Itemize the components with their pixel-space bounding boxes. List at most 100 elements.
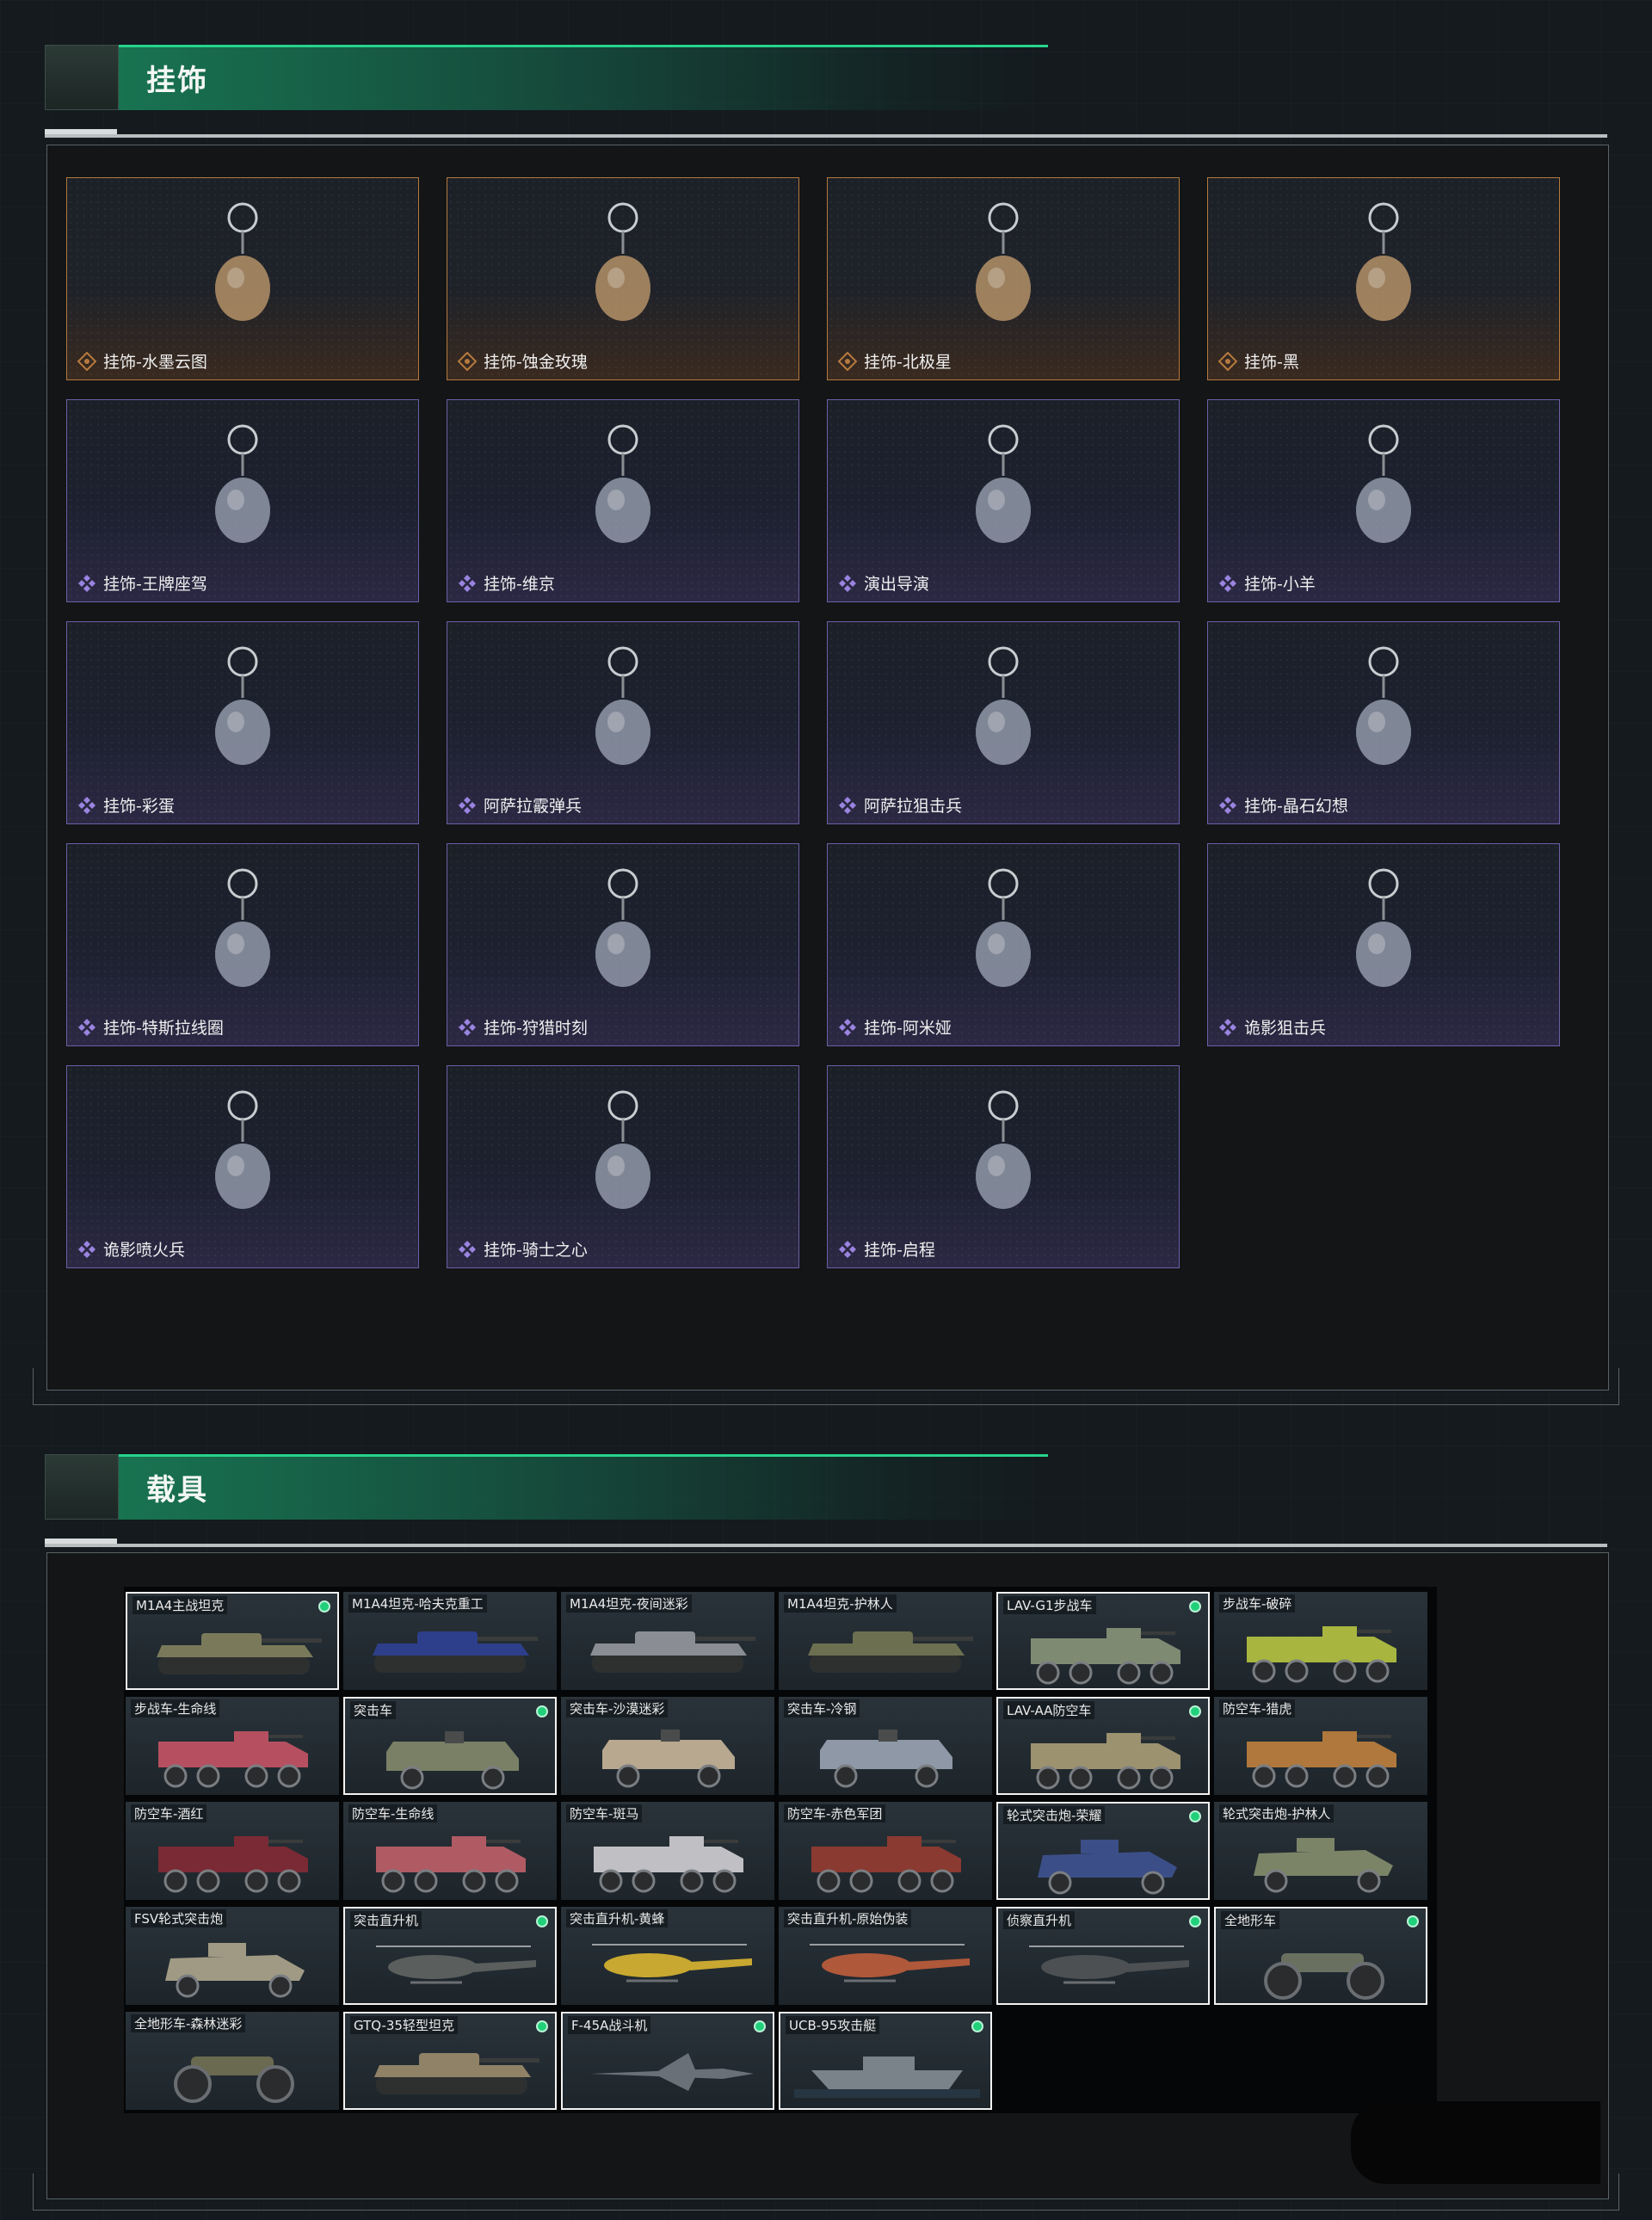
vehicle-label: 全地形车-森林迷彩	[131, 2014, 246, 2032]
vehicle-label: M1A4坦克-护林人	[784, 1594, 897, 1613]
accessory-label: 阿萨拉狙击兵	[864, 797, 963, 816]
vehicle-card[interactable]: 侦察直升机	[996, 1907, 1210, 2005]
heli-vehicle-icon	[1029, 1946, 1189, 1984]
rarity-gold-icon	[458, 352, 477, 371]
accessory-card[interactable]: 挂饰-北极星	[827, 177, 1180, 380]
rarity-purple-icon	[78, 1241, 96, 1258]
vehicle-card[interactable]: 步战车-生命线	[126, 1697, 339, 1795]
vehicle-card[interactable]: 突击车	[343, 1697, 557, 1795]
rarity-purple-icon	[839, 797, 856, 814]
accessory-card[interactable]: 挂饰-黑	[1207, 177, 1560, 380]
vehicle-card[interactable]: M1A4坦克-哈夫克重工	[343, 1592, 557, 1690]
vehicle-card[interactable]: 突击直升机	[343, 1907, 557, 2005]
vehicle-label: M1A4主战坦克	[133, 1596, 228, 1614]
accessory-card[interactable]: 挂饰-蚀金玫瑰	[447, 177, 799, 380]
heli-vehicle-icon	[810, 1944, 970, 1983]
accessory-card[interactable]: 挂饰-阿米娅	[827, 843, 1180, 1046]
accessory-label: 挂饰-特斯拉线圈	[103, 1019, 224, 1038]
boat-vehicle-icon	[794, 2057, 980, 2098]
atv-vehicle-icon	[1264, 1953, 1384, 2000]
vehicle-card[interactable]: GTQ-35轻型坦克	[343, 2012, 557, 2110]
accessory-label: 挂饰-骑士之心	[484, 1241, 588, 1260]
accessory-card[interactable]: 挂饰-维京	[447, 399, 799, 602]
accessory-card[interactable]: 阿萨拉狙击兵	[827, 621, 1180, 824]
vehicle-card[interactable]: 突击车-冷钢	[779, 1697, 992, 1795]
vehicle-card[interactable]: 轮式突击炮-荣耀	[996, 1802, 1210, 1900]
vehicle-label: LAV-AA防空车	[1003, 1701, 1095, 1719]
truck-vehicle-icon	[602, 1730, 735, 1788]
vehicle-card[interactable]: LAV-G1步战车	[996, 1592, 1210, 1690]
vehicle-card[interactable]: 防空车-斑马	[561, 1802, 774, 1900]
vehicles-grid: M1A4主战坦克 M1A4坦克-哈夫克重工 M1A4坦克-夜间迷彩 M1A4坦克-护林…	[124, 1587, 1437, 2113]
vehicle-card[interactable]: 全地形车-森林迷彩	[126, 2012, 339, 2110]
owned-indicator-icon	[536, 1705, 548, 1717]
accessory-label: 演出导演	[864, 575, 930, 594]
vehicle-card[interactable]: 突击直升机-原始伪装	[779, 1907, 992, 2005]
rarity-purple-icon	[839, 575, 856, 592]
jet-vehicle-icon	[590, 2053, 754, 2091]
vehicle-card[interactable]: 轮式突击炮-护林人	[1214, 1802, 1427, 1900]
vehicle-card[interactable]: FSV轮式突击炮	[126, 1907, 339, 2005]
vehicle-label: LAV-G1步战车	[1003, 1596, 1096, 1614]
accessory-card[interactable]: 挂饰-王牌座驾	[66, 399, 419, 602]
vehicle-card[interactable]: M1A4坦克-护林人	[779, 1592, 992, 1690]
rarity-purple-icon	[839, 1241, 856, 1258]
vehicle-card[interactable]: 步战车-破碎	[1214, 1592, 1427, 1690]
owned-indicator-icon	[318, 1600, 330, 1613]
tag-charm-icon	[1356, 202, 1411, 321]
accessory-card[interactable]: 挂饰-骑士之心	[447, 1065, 799, 1268]
vehicle-card[interactable]: 突击车-沙漠迷彩	[561, 1697, 774, 1795]
accessory-card[interactable]: 挂饰-彩蛋	[66, 621, 419, 824]
ghost-sniper-charm-icon	[1356, 868, 1411, 987]
accessory-label: 挂饰-水墨云图	[103, 353, 207, 372]
vehicle-card[interactable]: 防空车-赤色军团	[779, 1802, 992, 1900]
owned-indicator-icon	[1189, 1915, 1201, 1927]
accessory-card[interactable]: 演出导演	[827, 399, 1180, 602]
accessory-card[interactable]: 挂饰-狩猎时刻	[447, 843, 799, 1046]
tank-vehicle-icon	[374, 2053, 539, 2094]
owned-indicator-icon	[1189, 1600, 1201, 1613]
rarity-purple-icon	[78, 1019, 96, 1036]
vehicle-card[interactable]: LAV-AA防空车	[996, 1697, 1210, 1795]
rarity-gold-icon	[77, 352, 96, 371]
vehicle-label: GTQ-35轻型坦克	[350, 2016, 458, 2034]
accessory-label: 挂饰-王牌座驾	[103, 575, 207, 594]
vehicle-card[interactable]: 突击直升机-黄蜂	[561, 1907, 774, 2005]
heli-vehicle-icon	[592, 1944, 752, 1983]
header-divider	[45, 1544, 1607, 1547]
crystal-charm-icon	[1356, 646, 1411, 765]
apc-vehicle-icon	[158, 1836, 308, 1893]
vehicle-card[interactable]: 防空车-猎虎	[1214, 1697, 1427, 1795]
apc-vehicle-icon	[594, 1836, 743, 1893]
vehicle-label: 防空车-酒红	[131, 1804, 207, 1822]
orb-charm-icon	[215, 202, 270, 321]
vehicle-label: M1A4坦克-哈夫克重工	[348, 1594, 487, 1613]
vehicle-card[interactable]: M1A4坦克-夜间迷彩	[561, 1592, 774, 1690]
accessory-card[interactable]: 阿萨拉霰弹兵	[447, 621, 799, 824]
accessory-card[interactable]: 诡影喷火兵	[66, 1065, 419, 1268]
rarity-purple-icon	[1219, 575, 1236, 592]
vehicle-card[interactable]: 全地形车	[1214, 1907, 1427, 2005]
accessories-panel: 挂饰-水墨云图 挂饰-蚀金玫瑰 挂饰-北极星 挂饰-黑挂饰-王牌座驾 挂饰-维京 演出导演…	[46, 145, 1609, 1391]
vehicle-label: F-45A战斗机	[568, 2016, 651, 2034]
accessory-card[interactable]: 挂饰-特斯拉线圈	[66, 843, 419, 1046]
accessory-label: 阿萨拉霰弹兵	[484, 797, 583, 816]
accessory-card[interactable]: 挂饰-启程	[827, 1065, 1180, 1268]
flamer-charm-icon	[215, 1090, 270, 1209]
sheep-charm-icon	[1356, 424, 1411, 543]
vehicle-card[interactable]: F-45A战斗机	[561, 2012, 774, 2110]
vehicle-card[interactable]: 防空车-生命线	[343, 1802, 557, 1900]
vehicle-card[interactable]: UCB-95攻击艇	[779, 2012, 992, 2110]
medal-charm-icon	[976, 1090, 1031, 1209]
accessory-card[interactable]: 挂饰-水墨云图	[66, 177, 419, 380]
vehicle-card[interactable]: 防空车-酒红	[126, 1802, 339, 1900]
vehicle-label: 轮式突击炮-荣耀	[1003, 1806, 1106, 1824]
owned-indicator-icon	[971, 2020, 983, 2032]
accessory-label: 挂饰-小羊	[1244, 575, 1316, 594]
vehicle-card[interactable]: M1A4主战坦克	[126, 1592, 339, 1690]
accessory-card[interactable]: 诡影狙击兵	[1207, 843, 1560, 1046]
rarity-purple-icon	[78, 797, 96, 814]
accessory-card[interactable]: 挂饰-小羊	[1207, 399, 1560, 602]
accessory-card[interactable]: 挂饰-晶石幻想	[1207, 621, 1560, 824]
tank-vehicle-icon	[157, 1633, 322, 1674]
